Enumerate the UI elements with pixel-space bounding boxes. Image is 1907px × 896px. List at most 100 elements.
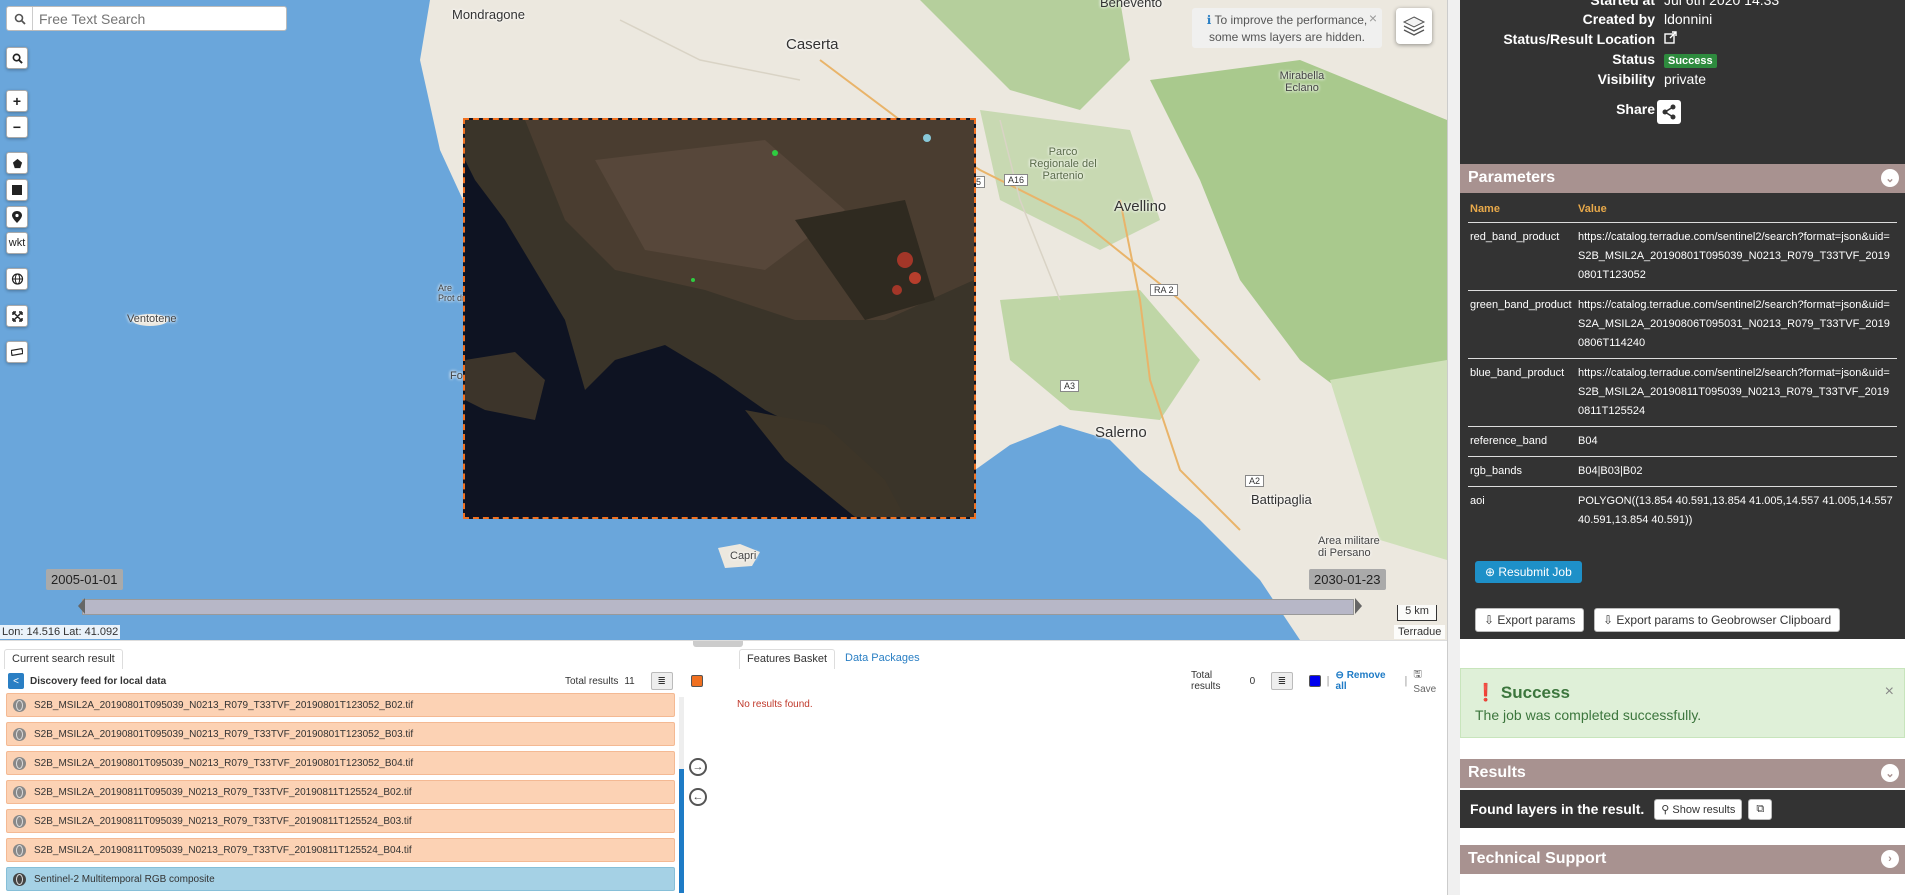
scrollbar-thumb[interactable] bbox=[679, 769, 684, 893]
save-button[interactable]: 🖫 Save bbox=[1413, 667, 1447, 695]
timeline-end-handle[interactable] bbox=[1355, 598, 1362, 614]
status-row: Status Success bbox=[1460, 51, 1905, 71]
list-item[interactable]: S2B_MSIL2A_20190801T095039_N0213_R079_T3… bbox=[6, 751, 675, 775]
list-item-label: Sentinel-2 Multitemporal RGB composite bbox=[34, 873, 215, 885]
resubmit-job-button[interactable]: ⊕ Resubmit Job bbox=[1475, 561, 1582, 583]
param-value: POLYGON((13.854 40.591,13.854 41.005,14.… bbox=[1578, 495, 1893, 526]
fullscreen-button[interactable] bbox=[6, 305, 28, 327]
search-button[interactable] bbox=[6, 47, 28, 69]
result-list-scrollbar[interactable] bbox=[679, 697, 684, 893]
external-link-icon[interactable] bbox=[1664, 31, 1677, 47]
param-value: B04|B03|B02 bbox=[1576, 456, 1897, 487]
result-color-swatch[interactable] bbox=[690, 675, 703, 687]
list-item-label: S2B_MSIL2A_20190801T095039_N0213_R079_T3… bbox=[34, 757, 414, 769]
table-row: red_band_product https://catalog.terradue… bbox=[1468, 222, 1897, 291]
chevron-right-icon[interactable]: › bbox=[1881, 850, 1899, 868]
measure-button[interactable] bbox=[6, 341, 28, 363]
scale-bar: 5 km bbox=[1397, 605, 1437, 621]
chevron-down-icon[interactable]: ⌄ bbox=[1881, 169, 1899, 187]
performance-info-tip: ℹ To improve the performance, some wms l… bbox=[1192, 8, 1382, 48]
started-value: Jul 6th 2020 14:33 bbox=[1664, 0, 1780, 8]
list-item[interactable]: S2B_MSIL2A_20190811T095039_N0213_R079_T3… bbox=[6, 780, 675, 804]
alert-message: The job was completed successfully. bbox=[1475, 707, 1702, 723]
panel-resize-handle[interactable] bbox=[693, 641, 743, 647]
copy-button[interactable]: ⧉ bbox=[1748, 798, 1773, 820]
technical-support-header[interactable]: Technical Support › bbox=[1460, 845, 1905, 874]
separator: | bbox=[1326, 675, 1330, 687]
map-view[interactable]: Mondragone Benevento Caserta Mirabella E… bbox=[0, 0, 1447, 640]
remove-from-basket-button[interactable]: ← bbox=[689, 788, 707, 806]
export-clipboard-button[interactable]: ⇩ Export params to Geobrowser Clipboard bbox=[1594, 608, 1841, 632]
zoom-out-button[interactable]: − bbox=[6, 116, 28, 138]
tab-features-basket[interactable]: Features Basket bbox=[739, 649, 836, 669]
show-results-button[interactable]: ⚲ Show results bbox=[1654, 798, 1743, 820]
share-label: Share bbox=[1616, 101, 1655, 117]
chevron-down-icon[interactable]: ⌄ bbox=[1881, 764, 1899, 782]
share-icon[interactable]: < bbox=[8, 673, 24, 689]
table-row: aoi POLYGON((13.854 40.591,13.854 41.005,… bbox=[1468, 487, 1897, 536]
globe-icon bbox=[13, 785, 26, 799]
created-row: Created by ldonnini bbox=[1460, 11, 1905, 31]
export-params-button[interactable]: ⇩ Export params bbox=[1475, 608, 1585, 632]
list-item[interactable]: S2B_MSIL2A_20190801T095039_N0213_R079_T3… bbox=[6, 722, 675, 746]
remove-all-button[interactable]: ⊖ Remove all bbox=[1336, 670, 1399, 692]
place-parco: Parco Regionale del Partenio bbox=[1029, 146, 1097, 182]
created-label: Created by bbox=[1582, 11, 1655, 27]
table-row: rgb_bands B04|B03|B02 bbox=[1468, 456, 1897, 487]
search-input[interactable] bbox=[33, 7, 286, 30]
road-ra2: RA 2 bbox=[1150, 284, 1178, 296]
basket-list-view-button[interactable]: ≣ bbox=[1271, 672, 1293, 690]
basket-color-swatch[interactable] bbox=[1308, 675, 1321, 687]
list-item-label: S2B_MSIL2A_20190801T095039_N0213_R079_T3… bbox=[34, 699, 414, 711]
share-button[interactable] bbox=[1657, 100, 1681, 124]
list-item[interactable]: S2B_MSIL2A_20190811T095039_N0213_R079_T3… bbox=[6, 809, 675, 833]
location-label: Status/Result Location bbox=[1503, 31, 1655, 47]
search-icon[interactable] bbox=[7, 7, 33, 30]
road-a16: A16 bbox=[1004, 174, 1029, 186]
timeline-start-date: 2005-01-01 bbox=[46, 569, 123, 590]
alert-close-button[interactable]: × bbox=[1885, 683, 1894, 701]
satellite-composite-overlay[interactable] bbox=[463, 118, 976, 519]
timeline-slider[interactable] bbox=[82, 599, 1354, 615]
list-view-button[interactable]: ≣ bbox=[650, 672, 673, 690]
list-item[interactable]: S2B_MSIL2A_20190801T095039_N0213_R079_T3… bbox=[6, 693, 675, 717]
timeline-start-handle[interactable] bbox=[78, 598, 85, 614]
basket-toolbar: Total results 0 ≣ | ⊖ Remove all | 🖫 Sav… bbox=[1191, 669, 1447, 695]
technical-support-title: Technical Support bbox=[1468, 850, 1607, 867]
place-mondragone: Mondragone bbox=[452, 7, 525, 22]
sidebar-scrollbar[interactable] bbox=[1448, 0, 1460, 895]
tab-current-search-result[interactable]: Current search result bbox=[4, 649, 123, 669]
map-marker-icon bbox=[12, 211, 22, 223]
param-value: https://catalog.terradue.com/sentinel2/s… bbox=[1576, 290, 1897, 359]
ruler-icon bbox=[11, 348, 23, 356]
discovery-feed-header: < Discovery feed for local data bbox=[8, 671, 166, 691]
started-label: Started at bbox=[1590, 0, 1655, 8]
share-icon bbox=[1662, 104, 1676, 120]
list-item[interactable]: Sentinel-2 Multitemporal RGB composite bbox=[6, 867, 675, 891]
draw-point-button[interactable] bbox=[6, 206, 28, 228]
total-results-label: Total results bbox=[565, 675, 619, 687]
list-item[interactable]: S2B_MSIL2A_20190811T095039_N0213_R079_T3… bbox=[6, 838, 675, 862]
parameters-header[interactable]: Parameters ⌄ bbox=[1460, 164, 1905, 193]
add-to-basket-button[interactable]: → bbox=[689, 758, 707, 776]
road-a2: A2 bbox=[1245, 475, 1265, 487]
globe-grid-button[interactable] bbox=[6, 268, 28, 290]
place-ventotene: Ventotene bbox=[127, 313, 177, 325]
results-header[interactable]: Results ⌄ bbox=[1460, 759, 1905, 788]
no-results-message: No results found. bbox=[737, 699, 813, 710]
zoom-in-button[interactable]: + bbox=[6, 90, 28, 112]
layers-button[interactable] bbox=[1396, 8, 1432, 44]
globe-grid-icon bbox=[11, 273, 23, 285]
free-text-search[interactable] bbox=[6, 6, 287, 31]
wkt-button[interactable]: wkt bbox=[6, 232, 28, 254]
info-tip-close-button[interactable]: × bbox=[1369, 10, 1377, 27]
results-title: Results bbox=[1468, 764, 1526, 781]
draw-box-button[interactable] bbox=[6, 179, 28, 201]
globe-icon bbox=[13, 872, 26, 886]
column-header-value: Value bbox=[1576, 197, 1897, 223]
visibility-row: Visibility private bbox=[1460, 71, 1905, 91]
draw-polygon-button[interactable] bbox=[6, 152, 28, 174]
separator: | bbox=[1404, 675, 1408, 687]
tab-data-packages[interactable]: Data Packages bbox=[838, 649, 927, 669]
param-value: https://catalog.terradue.com/sentinel2/s… bbox=[1576, 222, 1897, 291]
